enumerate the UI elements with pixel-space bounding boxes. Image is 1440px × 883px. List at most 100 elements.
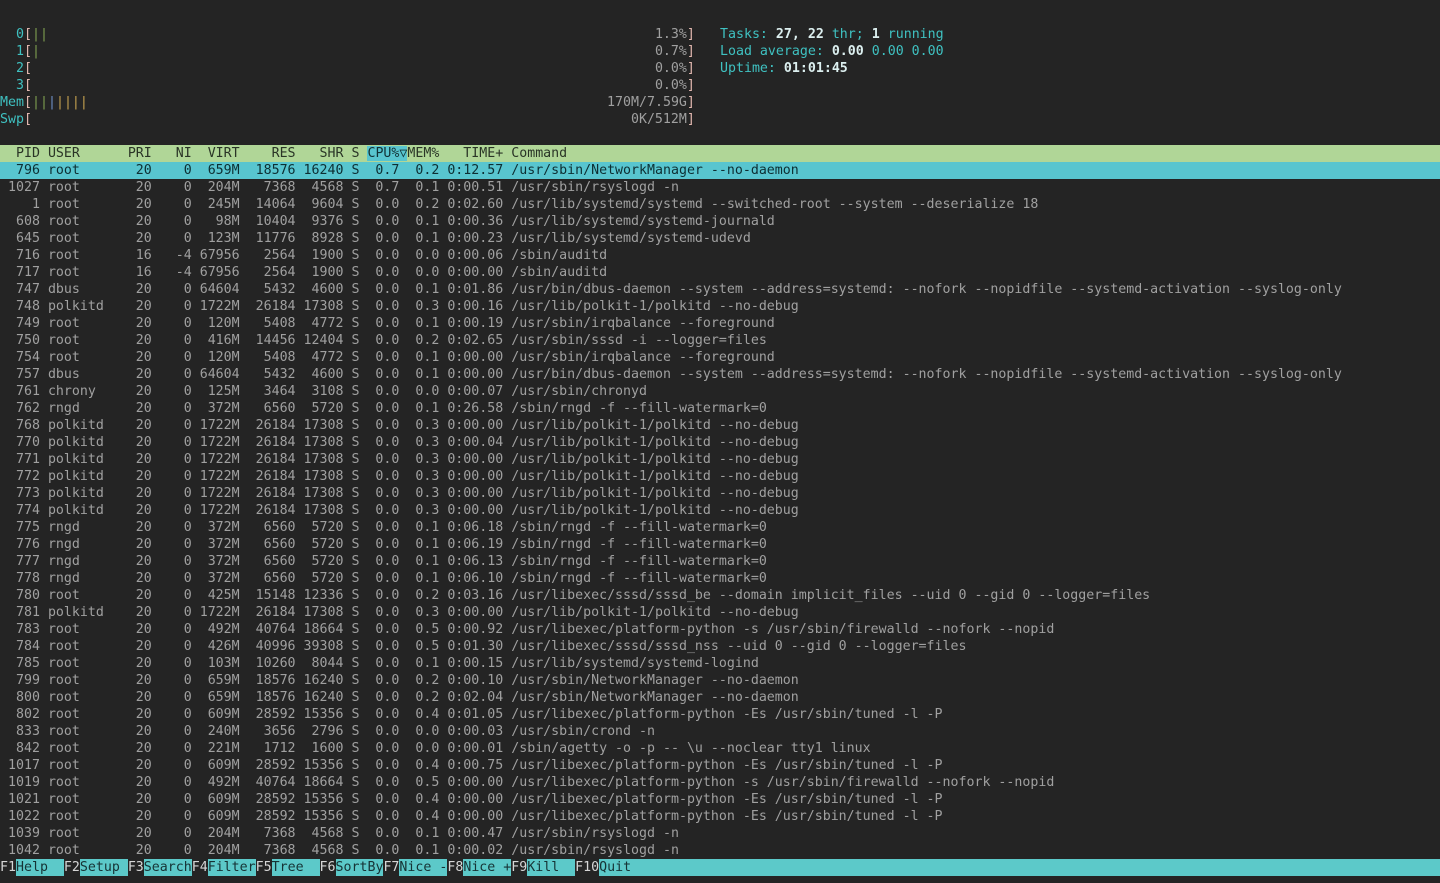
mem-cell: 0.5 (399, 622, 439, 637)
shr-cell: 9604 (296, 197, 344, 212)
process-row[interactable]: 800 root 20 0 659M 18576 16240 S 0.0 0.2… (0, 689, 1440, 706)
process-row[interactable]: 608 root 20 0 98M 10404 9376 S 0.0 0.1 0… (0, 213, 1440, 230)
shr-cell: 1900 (296, 248, 344, 263)
command-cell: /sbin/rngd -f --fill-watermark=0 (511, 520, 767, 535)
process-row[interactable]: 802 root 20 0 609M 28592 15356 S 0.0 0.4… (0, 706, 1440, 723)
column-header-mem[interactable]: MEM% (407, 146, 439, 161)
process-row[interactable]: 754 root 20 0 120M 5408 4772 S 0.0 0.1 0… (0, 349, 1440, 366)
process-row[interactable]: 716 root 16 -4 67956 2564 1900 S 0.0 0.0… (0, 247, 1440, 264)
process-row[interactable]: 768 polkitd 20 0 1722M 26184 17308 S 0.0… (0, 417, 1440, 434)
fn-button-f6[interactable]: F6SortBy (320, 859, 384, 876)
command-cell: /usr/lib/systemd/systemd-journald (511, 214, 775, 229)
process-row[interactable]: 1021 root 20 0 609M 28592 15356 S 0.0 0.… (0, 791, 1440, 808)
process-row[interactable]: 777 rngd 20 0 372M 6560 5720 S 0.0 0.1 0… (0, 553, 1440, 570)
process-row-selected[interactable]: 796 root 20 0 659M 18576 16240 S 0.7 0.2… (0, 162, 1440, 179)
pid-cell: 1022 (0, 809, 40, 824)
process-row[interactable]: 757 dbus 20 0 64604 5432 4600 S 0.0 0.1 … (0, 366, 1440, 383)
process-row[interactable]: 775 rngd 20 0 372M 6560 5720 S 0.0 0.1 0… (0, 519, 1440, 536)
user-cell: root (48, 758, 128, 773)
fn-button-f2[interactable]: F2Setup (64, 859, 128, 876)
process-row[interactable]: 772 polkitd 20 0 1722M 26184 17308 S 0.0… (0, 468, 1440, 485)
fn-button-f1[interactable]: F1Help (0, 859, 64, 876)
process-row[interactable]: 1039 root 20 0 204M 7368 4568 S 0.0 0.1 … (0, 825, 1440, 842)
state-cell: S (343, 792, 359, 807)
cpu-cell: 0.0 (359, 231, 399, 246)
state-cell: S (343, 809, 359, 824)
process-row[interactable]: 785 root 20 0 103M 10260 8044 S 0.0 0.1 … (0, 655, 1440, 672)
process-row[interactable]: 783 root 20 0 492M 40764 18664 S 0.0 0.5… (0, 621, 1440, 638)
process-row[interactable]: 781 polkitd 20 0 1722M 26184 17308 S 0.0… (0, 604, 1440, 621)
cpu-cell: 0.0 (359, 214, 399, 229)
column-header-ni[interactable]: NI (152, 146, 192, 161)
process-row[interactable]: 1027 root 20 0 204M 7368 4568 S 0.7 0.1 … (0, 179, 1440, 196)
state-cell: S (343, 826, 359, 841)
column-header-command[interactable]: Command (503, 146, 567, 161)
column-header-s[interactable]: S (343, 146, 359, 161)
process-row[interactable]: 717 root 16 -4 67956 2564 1900 S 0.0 0.0… (0, 264, 1440, 281)
cpu-cell: 0.0 (359, 520, 399, 535)
column-header-pri[interactable]: PRI (128, 146, 152, 161)
fn-button-f8[interactable]: F8Nice + (447, 859, 511, 876)
process-row[interactable]: 842 root 20 0 221M 1712 1600 S 0.0 0.0 0… (0, 740, 1440, 757)
user-cell: dbus (48, 367, 128, 382)
nice-cell: 0 (152, 333, 192, 348)
process-row[interactable]: 749 root 20 0 120M 5408 4772 S 0.0 0.1 0… (0, 315, 1440, 332)
process-row[interactable]: 645 root 20 0 123M 11776 8928 S 0.0 0.1 … (0, 230, 1440, 247)
process-row[interactable]: 799 root 20 0 659M 18576 16240 S 0.0 0.2… (0, 672, 1440, 689)
virt-cell: 372M (192, 537, 240, 552)
column-header-shr[interactable]: SHR (296, 146, 344, 161)
column-header-res[interactable]: RES (240, 146, 296, 161)
process-row[interactable]: 778 rngd 20 0 372M 6560 5720 S 0.0 0.1 0… (0, 570, 1440, 587)
fn-key-label: F9 (511, 859, 527, 876)
fn-button-f3[interactable]: F3Search (128, 859, 192, 876)
process-row[interactable]: 762 rngd 20 0 372M 6560 5720 S 0.0 0.1 0… (0, 400, 1440, 417)
column-header-user[interactable]: USER (48, 146, 128, 161)
process-row[interactable]: 833 root 20 0 240M 3656 2796 S 0.0 0.0 0… (0, 723, 1440, 740)
column-header-pid[interactable]: PID (0, 146, 40, 161)
process-row[interactable]: 771 polkitd 20 0 1722M 26184 17308 S 0.0… (0, 451, 1440, 468)
process-row[interactable]: 774 polkitd 20 0 1722M 26184 17308 S 0.0… (0, 502, 1440, 519)
user-cell: dbus (48, 282, 128, 297)
virt-cell: 659M (192, 690, 240, 705)
res-cell: 2564 (240, 265, 296, 280)
process-row[interactable]: 750 root 20 0 416M 14456 12404 S 0.0 0.2… (0, 332, 1440, 349)
nice-cell: 0 (152, 775, 192, 790)
fn-button-f9[interactable]: F9Kill (511, 859, 575, 876)
pid-cell: 774 (0, 503, 40, 518)
command-cell: /usr/lib/polkit-1/polkitd --no-debug (511, 418, 799, 433)
process-row[interactable]: 1 root 20 0 245M 14064 9604 S 0.0 0.2 0:… (0, 196, 1440, 213)
state-cell: S (343, 775, 359, 790)
time-cell: 0:01.30 (439, 639, 503, 654)
virt-cell: 609M (192, 809, 240, 824)
process-row[interactable]: 747 dbus 20 0 64604 5432 4600 S 0.0 0.1 … (0, 281, 1440, 298)
process-row[interactable]: 770 polkitd 20 0 1722M 26184 17308 S 0.0… (0, 434, 1440, 451)
process-row[interactable]: 773 polkitd 20 0 1722M 26184 17308 S 0.0… (0, 485, 1440, 502)
process-row[interactable]: 761 chrony 20 0 125M 3464 3108 S 0.0 0.0… (0, 383, 1440, 400)
pid-cell: 1042 (0, 843, 40, 858)
column-header-virt[interactable]: VIRT (192, 146, 240, 161)
process-row[interactable]: 776 rngd 20 0 372M 6560 5720 S 0.0 0.1 0… (0, 536, 1440, 553)
fn-button-f7[interactable]: F7Nice - (383, 859, 447, 876)
cpu-cell: 0.7 (359, 163, 399, 178)
process-row[interactable]: 1017 root 20 0 609M 28592 15356 S 0.0 0.… (0, 757, 1440, 774)
process-row[interactable]: 780 root 20 0 425M 15148 12336 S 0.0 0.2… (0, 587, 1440, 604)
fn-button-f5[interactable]: F5Tree (256, 859, 320, 876)
meter-value: 0.7% (655, 44, 687, 59)
time-cell: 0:00.10 (439, 673, 503, 688)
virt-cell: 1722M (192, 299, 240, 314)
command-cell: /usr/lib/polkit-1/polkitd --no-debug (511, 435, 799, 450)
fn-button-f10[interactable]: F10Quit (575, 859, 647, 876)
process-row[interactable]: 1022 root 20 0 609M 28592 15356 S 0.0 0.… (0, 808, 1440, 825)
time-cell: 0:00.00 (439, 265, 503, 280)
meter-bar-blue: | (48, 95, 56, 110)
process-row[interactable]: 748 polkitd 20 0 1722M 26184 17308 S 0.0… (0, 298, 1440, 315)
meter-close-bracket: ] (687, 112, 695, 127)
process-row[interactable]: 784 root 20 0 426M 40996 39308 S 0.0 0.5… (0, 638, 1440, 655)
res-cell: 5432 (240, 367, 296, 382)
user-cell: rngd (48, 520, 128, 535)
column-header-cpu-sorted[interactable]: CPU%▽ (367, 146, 407, 161)
process-row[interactable]: 1042 root 20 0 204M 7368 4568 S 0.0 0.1 … (0, 842, 1440, 859)
column-header-time[interactable]: TIME+ (439, 146, 503, 161)
fn-button-f4[interactable]: F4Filter (192, 859, 256, 876)
process-row[interactable]: 1019 root 20 0 492M 40764 18664 S 0.0 0.… (0, 774, 1440, 791)
